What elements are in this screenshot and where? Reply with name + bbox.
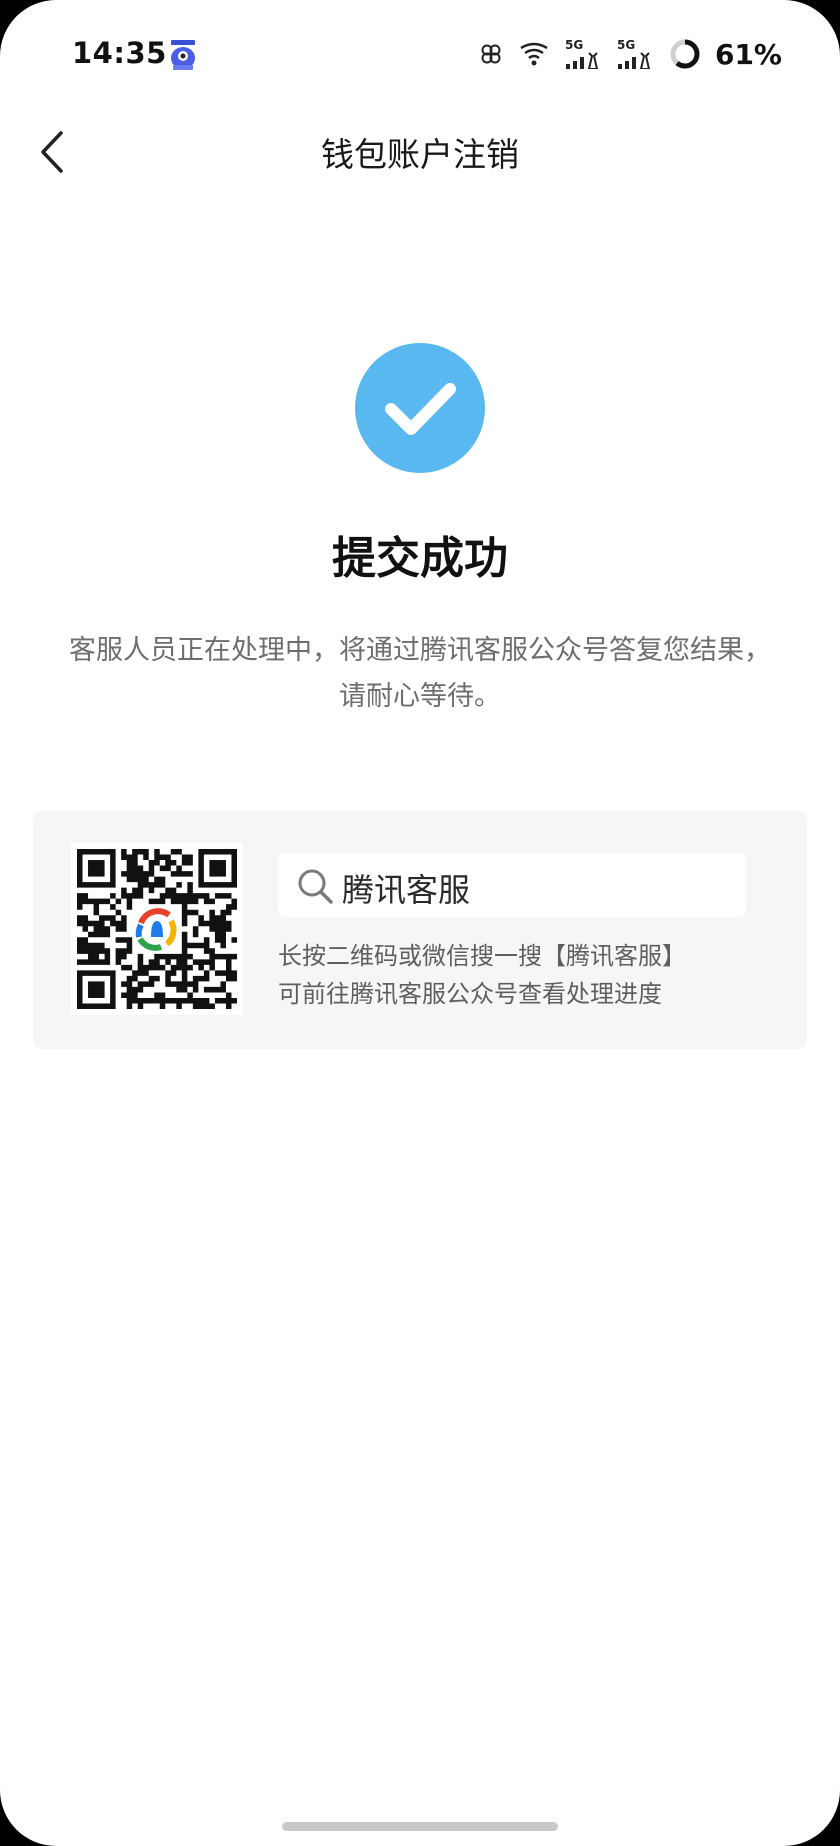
signal-5g-1-label: 5G	[564, 38, 584, 52]
home-indicator[interactable]	[282, 1822, 558, 1831]
page-title: 钱包账户注销	[321, 135, 519, 174]
card-hint-line: 长按二维码或微信搜一搜【腾讯客服】	[278, 942, 686, 970]
nav-bar: 钱包账户注销	[0, 110, 840, 190]
status-time: 14:35	[72, 36, 167, 70]
app-notification-icon	[168, 40, 198, 74]
search-icon	[298, 869, 333, 904]
flower-icon	[481, 44, 501, 64]
signal-bars-icon	[617, 52, 650, 69]
success-description-line: 客服人员正在处理中，将通过腾讯客服公众号答复您结果，	[69, 635, 771, 666]
battery-ring-icon	[670, 39, 700, 69]
battery-percentage: 61%	[714, 37, 782, 71]
success-description-line: 请耐心等待。	[339, 681, 501, 712]
card-hint: 长按二维码或微信搜一搜【腾讯客服】 可前往腾讯客服公众号查看处理进度	[278, 937, 798, 1013]
search-box[interactable]: 腾讯客服	[278, 853, 746, 917]
qr-card: 腾讯客服 长按二维码或微信搜一搜【腾讯客服】 可前往腾讯客服公众号查看处理进度	[33, 811, 807, 1049]
success-description: 客服人员正在处理中，将通过腾讯客服公众号答复您结果， 请耐心等待。	[40, 628, 800, 720]
qr-code[interactable]	[71, 843, 243, 1015]
success-title: 提交成功	[332, 533, 508, 584]
search-text: 腾讯客服	[342, 871, 471, 909]
success-check-icon	[355, 343, 485, 473]
signal-5g-2: 5G	[617, 39, 655, 69]
status-icons: 5G 5G 61%	[479, 34, 782, 74]
hotspot-icon	[520, 42, 548, 66]
signal-bars-icon	[565, 52, 598, 69]
screen: 14:35 5G 5G 61% 钱包账户注销 提交成功 客服人员正在处理中，将通…	[0, 0, 840, 1846]
signal-5g-1: 5G	[565, 39, 603, 69]
card-hint-line: 可前往腾讯客服公众号查看处理进度	[278, 980, 662, 1008]
signal-5g-2-label: 5G	[616, 38, 636, 52]
status-bar: 14:35 5G 5G 61%	[0, 0, 840, 110]
